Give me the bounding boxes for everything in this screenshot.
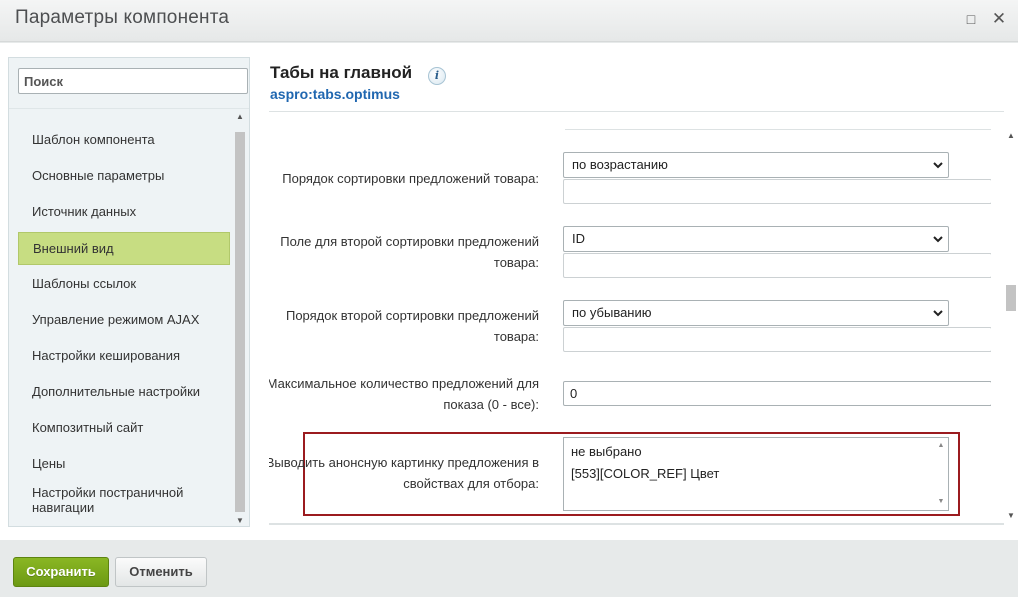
param-label: Максимальное количество предложений для … [269,376,539,412]
sidebar-item-cache[interactable]: Настройки кеширования [18,338,230,374]
maximize-icon[interactable]: □ [962,10,980,28]
cancel-button[interactable]: Отменить [115,557,207,587]
scroll-up-icon[interactable]: ▲ [233,110,247,124]
scroll-up-icon[interactable]: ▲ [934,440,948,452]
save-button[interactable]: Сохранить [13,557,109,587]
select-value: ID [572,231,585,246]
param-label: Порядок второй сортировки предложений то… [285,308,539,344]
main-scrollbar[interactable]: ▲ ▼ [1004,129,1018,523]
component-code: aspro:tabs.optimus [270,86,400,102]
search-input[interactable] [18,68,248,94]
sidebar-item-url-templates[interactable]: Шаблоны ссылок [18,266,230,302]
dialog-content: Шаблон компонента Основные параметры Ист… [0,43,1018,540]
scrollbar-thumb[interactable] [235,132,245,512]
window-titlebar: Параметры компонента □ ✕ [0,0,1018,42]
panel-bottom-divider [269,523,1004,525]
dialog-footer: Сохранить Отменить [0,540,1018,597]
sidebar-item-appearance[interactable]: Внешний вид [18,232,230,265]
scrollbar-thumb[interactable] [1006,285,1016,311]
header-divider [269,111,1004,112]
sidebar-item-ajax[interactable]: Управление режимом AJAX [18,302,230,338]
chevron-down-icon [933,310,943,317]
sidebar-item-template[interactable]: Шаблон компонента [18,122,230,158]
scroll-down-icon[interactable]: ▼ [1004,509,1018,523]
second-sort-field-select[interactable]: ID [563,226,949,252]
second-sort-order-extra-input[interactable] [563,327,991,352]
sort-order-extra-input[interactable] [563,179,991,204]
max-offers-input[interactable] [563,381,991,406]
sidebar: Шаблон компонента Основные параметры Ист… [8,57,250,527]
sidebar-item-additional[interactable]: Дополнительные настройки [18,374,230,410]
chevron-down-icon [933,162,943,169]
component-title: Табы на главной [270,63,413,82]
param-label: Выводить анонсную картинку предложения в… [269,455,539,491]
sidebar-scrollbar[interactable]: ▲ ▼ [233,110,247,528]
second-sort-field-extra-input[interactable] [563,253,991,278]
param-label: Порядок сортировки предложений товара: [282,171,539,186]
list-option[interactable]: [553][COLOR_REF] Цвет [571,465,719,483]
chevron-down-icon [933,236,943,243]
select-value: по возрастанию [572,157,668,172]
parameters-panel: Порядок сортировки предложений товара: п… [269,129,991,522]
preview-picture-listbox[interactable]: не выбрано [553][COLOR_REF] Цвет ▲ ▼ [563,437,949,511]
scroll-up-icon[interactable]: ▲ [1004,129,1018,143]
sort-order-select[interactable]: по возрастанию [563,152,949,178]
close-icon[interactable]: ✕ [990,10,1008,28]
listbox-scrollbar[interactable]: ▲ ▼ [934,438,948,510]
sidebar-menu: Шаблон компонента Основные параметры Ист… [18,122,230,518]
sidebar-item-composite[interactable]: Композитный сайт [18,410,230,446]
sidebar-item-data-source[interactable]: Источник данных [18,194,230,230]
scroll-down-icon[interactable]: ▼ [934,496,948,508]
sidebar-divider [9,108,249,109]
sidebar-item-prices[interactable]: Цены [18,446,230,482]
select-value: по убыванию [572,305,652,320]
list-option[interactable]: не выбрано [571,443,642,461]
param-label: Поле для второй сортировки предложений т… [280,234,539,270]
sidebar-item-basic[interactable]: Основные параметры [18,158,230,194]
sidebar-item-pagination[interactable]: Настройки постраничной навигации [18,482,230,518]
scroll-down-icon[interactable]: ▼ [233,514,247,528]
info-icon[interactable]: i [428,67,446,85]
second-sort-order-select[interactable]: по убыванию [563,300,949,326]
panel-divider [565,129,991,130]
window-title: Параметры компонента [15,7,230,28]
